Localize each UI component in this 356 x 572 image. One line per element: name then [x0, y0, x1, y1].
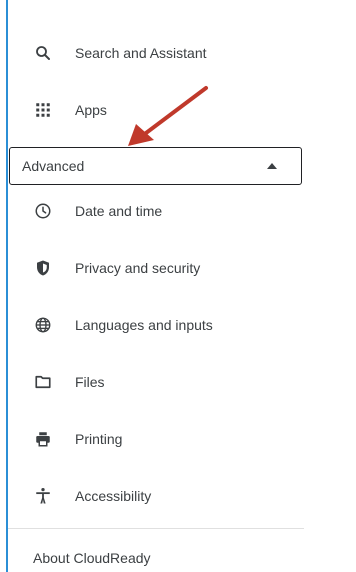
settings-sidebar: Search and Assistant Apps Advanced Date … — [0, 0, 356, 572]
menu-item-label: Files — [75, 374, 105, 390]
shield-icon — [33, 258, 53, 278]
menu-item-label: Printing — [75, 431, 123, 447]
menu-item-label: Languages and inputs — [75, 317, 213, 333]
menu-item-printing[interactable]: Printing — [8, 419, 303, 459]
clock-icon — [33, 201, 53, 221]
menu-item-label: Apps — [75, 102, 107, 118]
menu-item-search-and-assistant[interactable]: Search and Assistant — [8, 33, 303, 73]
menu-item-privacy-and-security[interactable]: Privacy and security — [8, 248, 303, 288]
menu-item-files[interactable]: Files — [8, 362, 303, 402]
section-divider — [8, 528, 304, 529]
accessibility-icon — [33, 486, 53, 506]
search-icon — [33, 43, 53, 63]
menu-item-label: Accessibility — [75, 488, 152, 504]
printer-icon — [33, 429, 53, 449]
apps-grid-icon — [33, 100, 53, 120]
folder-icon — [33, 372, 53, 392]
advanced-label: Advanced — [22, 158, 85, 174]
menu-item-label: Date and time — [75, 203, 163, 219]
menu-item-label: Privacy and security — [75, 260, 201, 276]
menu-item-label: Search and Assistant — [75, 45, 207, 61]
menu-item-accessibility[interactable]: Accessibility — [8, 476, 303, 516]
annotation-arrow-icon — [128, 86, 208, 146]
globe-icon — [33, 315, 53, 335]
about-cloudready-link[interactable]: About CloudReady — [33, 550, 151, 566]
caret-up-icon — [267, 163, 277, 169]
menu-item-date-and-time[interactable]: Date and time — [8, 191, 303, 231]
advanced-section-toggle[interactable]: Advanced — [9, 147, 302, 185]
menu-item-languages-and-inputs[interactable]: Languages and inputs — [8, 305, 303, 345]
